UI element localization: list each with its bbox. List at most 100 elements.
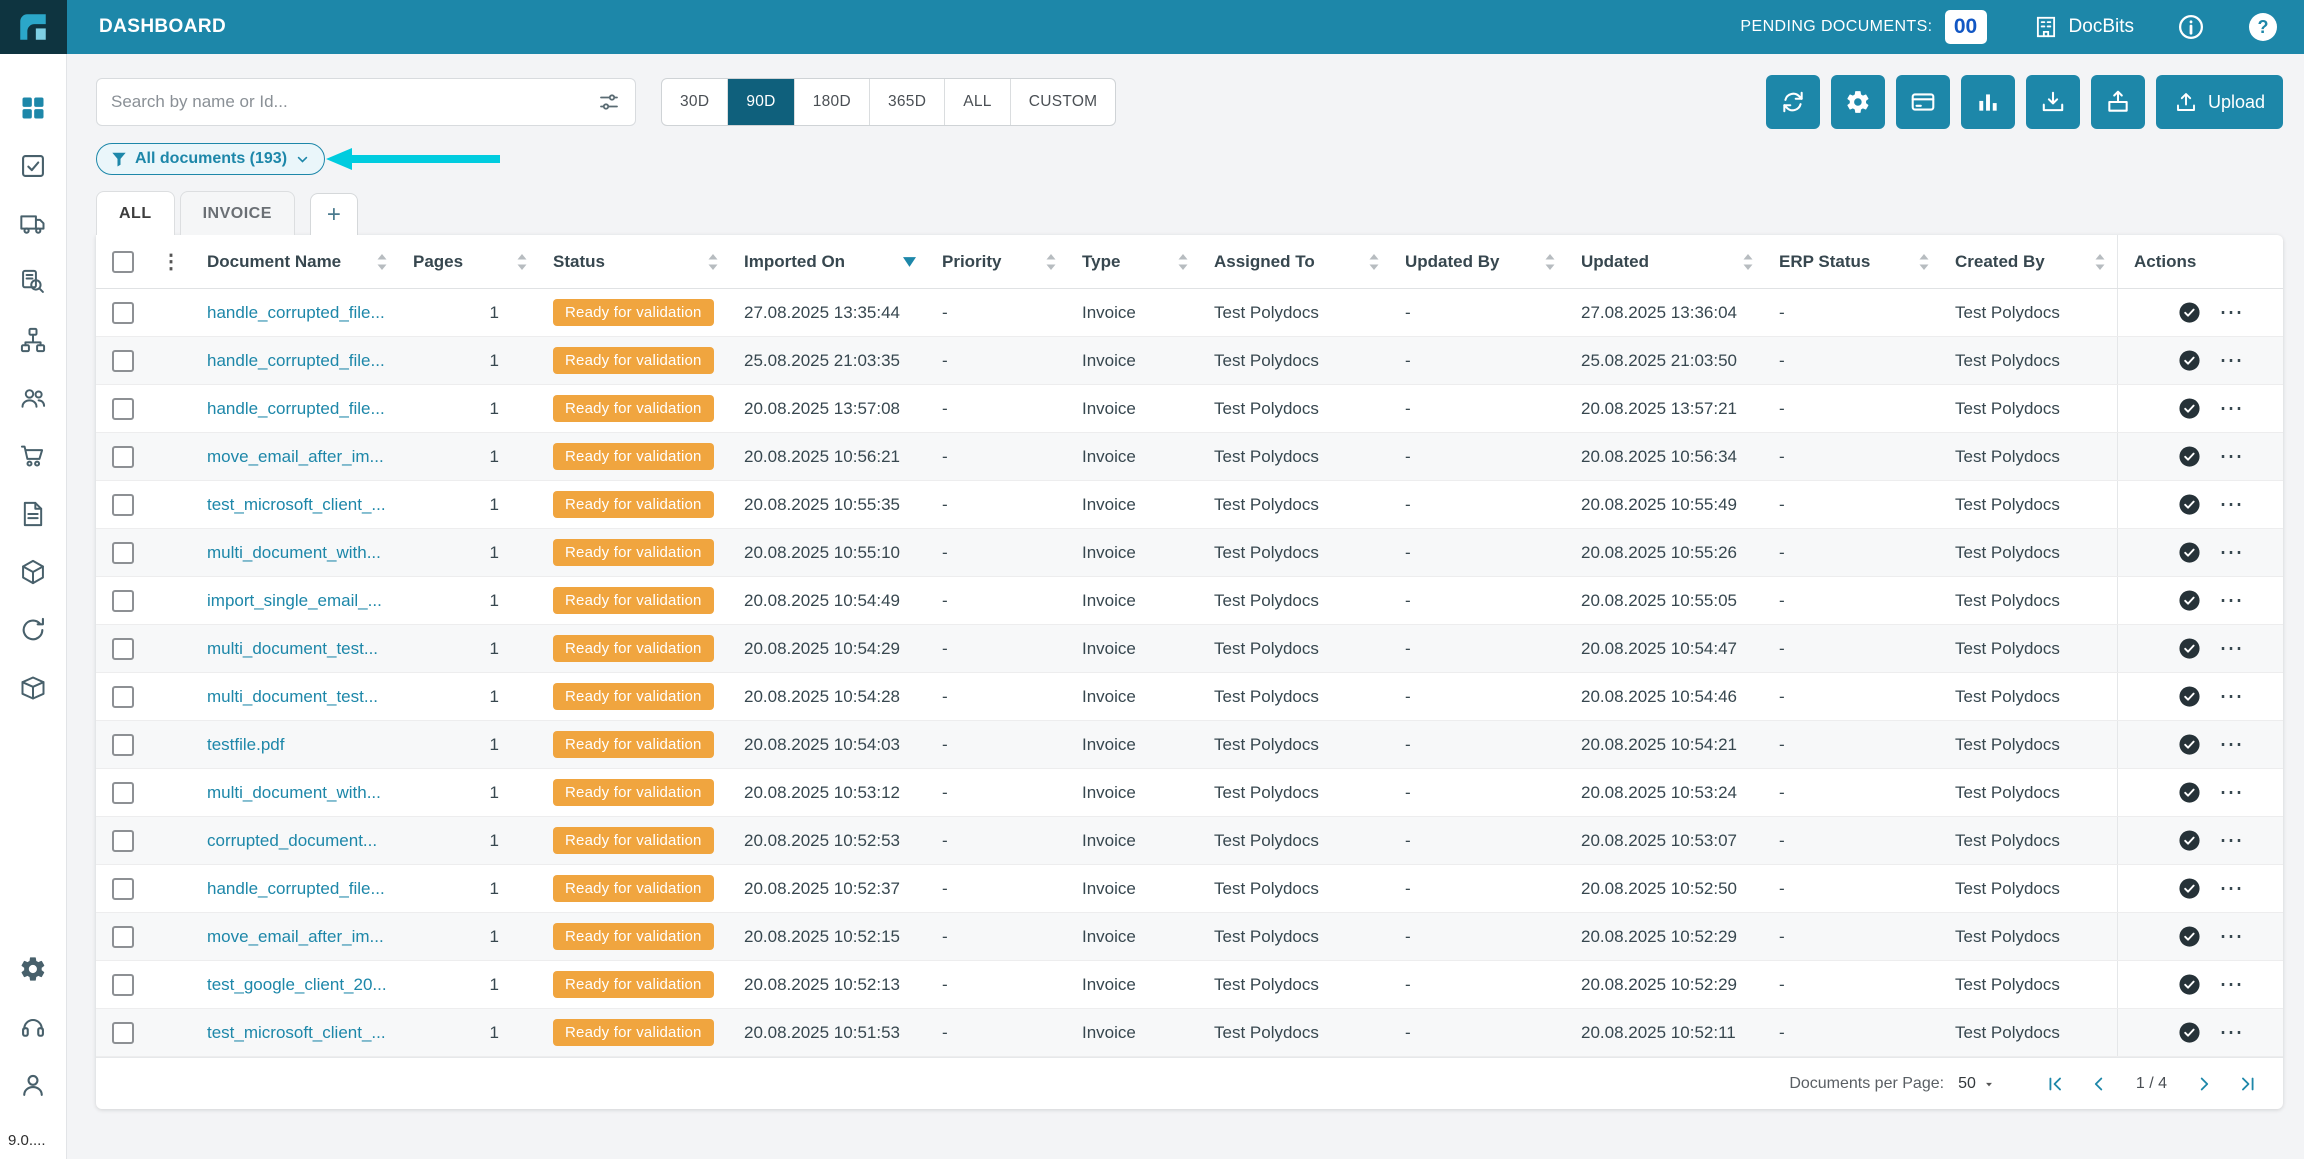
docbits-logo[interactable]	[0, 0, 67, 54]
row-more-button[interactable]: ⋯	[2219, 300, 2243, 325]
help-button[interactable]: ?	[2248, 12, 2278, 42]
document-link[interactable]: move_email_after_im...	[207, 447, 384, 466]
tab-invoice[interactable]: INVOICE	[179, 191, 295, 235]
row-checkbox[interactable]	[111, 301, 134, 324]
sidebar-item-workflow[interactable]	[19, 326, 47, 354]
row-checkbox[interactable]	[111, 541, 134, 564]
row-more-button[interactable]: ⋯	[2219, 828, 2243, 853]
document-link[interactable]: multi_document_with...	[207, 543, 381, 562]
circle-check-icon[interactable]	[2178, 925, 2201, 948]
document-link[interactable]: handle_corrupted_file...	[207, 879, 385, 898]
sidebar-item-invoices[interactable]	[19, 500, 47, 528]
row-more-button[interactable]: ⋯	[2219, 876, 2243, 901]
column-menu-icon[interactable]: ⋮	[161, 249, 181, 274]
col-priority[interactable]: Priority	[928, 252, 1068, 272]
range-180d[interactable]: 180D	[793, 79, 869, 125]
row-more-button[interactable]: ⋯	[2219, 588, 2243, 613]
per-page-select[interactable]: 50	[1958, 1075, 1996, 1093]
next-page-button[interactable]	[2193, 1073, 2215, 1095]
row-more-button[interactable]: ⋯	[2219, 636, 2243, 661]
document-link[interactable]: handle_corrupted_file...	[207, 351, 385, 370]
sidebar-item-returns[interactable]	[19, 616, 47, 644]
row-checkbox[interactable]	[111, 685, 134, 708]
add-tab-button[interactable]: +	[309, 193, 358, 235]
sidebar-item-team[interactable]	[19, 384, 47, 412]
circle-check-icon[interactable]	[2178, 733, 2201, 756]
range-custom[interactable]: CUSTOM	[1009, 79, 1116, 125]
row-more-button[interactable]: ⋯	[2219, 444, 2243, 469]
tune-sliders-icon[interactable]	[597, 90, 621, 114]
circle-check-icon[interactable]	[2178, 1021, 2201, 1044]
circle-check-icon[interactable]	[2178, 589, 2201, 612]
row-checkbox[interactable]	[111, 973, 134, 996]
row-more-button[interactable]: ⋯	[2219, 924, 2243, 949]
circle-check-icon[interactable]	[2178, 349, 2201, 372]
export-button[interactable]	[2090, 75, 2145, 129]
document-link[interactable]: import_single_email_...	[207, 591, 382, 610]
sync-button[interactable]	[1765, 75, 1820, 129]
sidebar-item-shipments[interactable]	[19, 210, 47, 238]
row-checkbox[interactable]	[111, 637, 134, 660]
circle-check-icon[interactable]	[2178, 397, 2201, 420]
col-erp-status[interactable]: ERP Status	[1765, 252, 1941, 272]
sidebar-item-document-search[interactable]	[19, 268, 47, 296]
settings-button[interactable]	[1830, 75, 1885, 129]
col-document-name[interactable]: Document Name	[193, 252, 399, 272]
document-link[interactable]: corrupted_document...	[207, 831, 377, 850]
card-button[interactable]	[1895, 75, 1950, 129]
brand[interactable]: DocBits	[2033, 14, 2134, 40]
sidebar-item-purchasing[interactable]	[19, 442, 47, 470]
circle-check-icon[interactable]	[2178, 301, 2201, 324]
tab-all[interactable]: ALL	[96, 191, 175, 235]
circle-check-icon[interactable]	[2178, 541, 2201, 564]
prev-page-button[interactable]	[2088, 1073, 2110, 1095]
sidebar-item-dashboard[interactable]	[19, 94, 47, 122]
row-checkbox[interactable]	[111, 493, 134, 516]
circle-check-icon[interactable]	[2178, 445, 2201, 468]
row-more-button[interactable]: ⋯	[2219, 732, 2243, 757]
col-status[interactable]: Status	[539, 252, 730, 272]
row-checkbox[interactable]	[111, 397, 134, 420]
sidebar-item-inventory[interactable]	[19, 674, 47, 702]
sidebar-item-settings[interactable]	[19, 955, 47, 983]
row-more-button[interactable]: ⋯	[2219, 396, 2243, 421]
range-all[interactable]: ALL	[944, 79, 1009, 125]
search-input[interactable]	[111, 92, 597, 112]
document-link[interactable]: multi_document_with...	[207, 783, 381, 802]
last-page-button[interactable]	[2237, 1073, 2259, 1095]
row-more-button[interactable]: ⋯	[2219, 540, 2243, 565]
upload-button[interactable]: Upload	[2155, 75, 2283, 129]
import-button[interactable]	[2025, 75, 2080, 129]
info-button[interactable]	[2176, 12, 2206, 42]
range-90d[interactable]: 90D	[727, 79, 794, 125]
row-more-button[interactable]: ⋯	[2219, 1020, 2243, 1045]
range-365d[interactable]: 365D	[868, 79, 944, 125]
row-more-button[interactable]: ⋯	[2219, 348, 2243, 373]
row-checkbox[interactable]	[111, 781, 134, 804]
circle-check-icon[interactable]	[2178, 781, 2201, 804]
row-checkbox[interactable]	[111, 733, 134, 756]
document-link[interactable]: test_microsoft_client_...	[207, 495, 386, 514]
row-more-button[interactable]: ⋯	[2219, 780, 2243, 805]
row-checkbox[interactable]	[111, 877, 134, 900]
document-link[interactable]: move_email_after_im...	[207, 927, 384, 946]
col-updated-by[interactable]: Updated By	[1391, 252, 1567, 272]
first-page-button[interactable]	[2044, 1073, 2066, 1095]
document-link[interactable]: test_google_client_20...	[207, 975, 387, 994]
col-created-by[interactable]: Created By	[1941, 252, 2117, 272]
row-checkbox[interactable]	[111, 445, 134, 468]
col-assigned-to[interactable]: Assigned To	[1200, 252, 1391, 272]
document-link[interactable]: test_microsoft_client_...	[207, 1023, 386, 1042]
row-more-button[interactable]: ⋯	[2219, 684, 2243, 709]
circle-check-icon[interactable]	[2178, 877, 2201, 900]
sidebar-item-packages[interactable]	[19, 558, 47, 586]
select-all-checkbox[interactable]	[111, 250, 134, 273]
circle-check-icon[interactable]	[2178, 637, 2201, 660]
sidebar-item-account[interactable]	[19, 1071, 47, 1099]
document-link[interactable]: handle_corrupted_file...	[207, 399, 385, 418]
document-link[interactable]: testfile.pdf	[207, 735, 285, 754]
analytics-button[interactable]	[1960, 75, 2015, 129]
circle-check-icon[interactable]	[2178, 829, 2201, 852]
col-type[interactable]: Type	[1068, 252, 1200, 272]
document-link[interactable]: handle_corrupted_file...	[207, 303, 385, 322]
